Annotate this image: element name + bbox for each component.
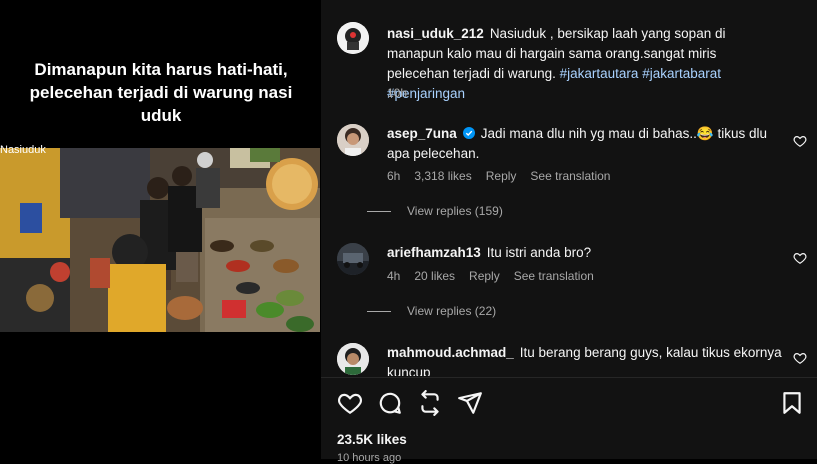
post-username[interactable]: nasi_uduk_212	[387, 26, 484, 41]
see-translation-link[interactable]: See translation	[514, 269, 594, 283]
comment-icon[interactable]	[377, 390, 403, 416]
share-icon[interactable]	[417, 390, 443, 416]
video-panel[interactable]: Dimanapun kita harus hati-hati, peleceha…	[0, 0, 320, 459]
post-time: 10h	[387, 86, 408, 100]
video-caption: Dimanapun kita harus hati-hati, peleceha…	[29, 60, 293, 125]
hashtag-link[interactable]: #jakartautara	[560, 66, 639, 81]
bookmark-icon[interactable]	[779, 390, 805, 416]
heart-icon[interactable]	[337, 390, 363, 416]
like-heart-icon[interactable]	[793, 134, 807, 148]
comment-username[interactable]: ariefhamzah13	[387, 245, 481, 260]
avatar[interactable]	[337, 22, 369, 54]
view-replies-button[interactable]: View replies (22)	[366, 304, 496, 318]
comment-likes[interactable]: 20 likes	[414, 269, 455, 283]
send-icon[interactable]	[457, 390, 483, 416]
avatar[interactable]	[337, 124, 369, 156]
like-heart-icon[interactable]	[793, 351, 807, 365]
comment-likes[interactable]: 3,318 likes	[414, 169, 471, 183]
reply-button[interactable]: Reply	[469, 269, 500, 283]
comment-text: Itu istri anda bro?	[486, 245, 592, 260]
comment-time: 6h	[387, 169, 401, 183]
like-heart-icon[interactable]	[793, 251, 807, 265]
comment-time: 4h	[387, 269, 401, 283]
comment-username[interactable]: mahmoud.achmad_	[387, 345, 514, 360]
cctv-label: Nasiuduk	[0, 144, 46, 156]
divider	[321, 377, 817, 378]
action-bar	[337, 390, 807, 418]
hashtag-link[interactable]: #jakartabarat	[642, 66, 721, 81]
cctv-footage	[0, 148, 320, 332]
comments-panel: nasi_uduk_212 Nasiuduk , bersikap laah ya…	[321, 0, 817, 464]
view-replies-button[interactable]: View replies (159)	[367, 204, 503, 218]
verified-badge-icon	[462, 127, 475, 139]
see-translation-link[interactable]: See translation	[530, 169, 610, 183]
reply-button[interactable]: Reply	[486, 169, 517, 183]
post-timestamp: 10 hours ago	[337, 452, 402, 464]
post-likes-count[interactable]: 23.5K likes	[337, 432, 407, 447]
comment-username[interactable]: asep_7una	[387, 126, 457, 141]
avatar[interactable]	[337, 243, 369, 275]
avatar[interactable]	[337, 343, 369, 375]
